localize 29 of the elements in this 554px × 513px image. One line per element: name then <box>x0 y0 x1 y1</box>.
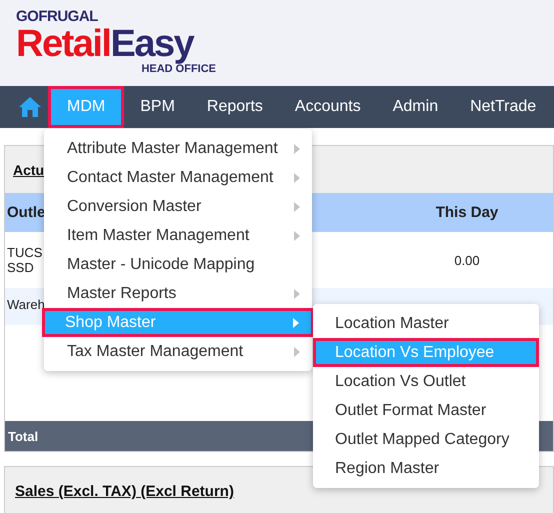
column-header: This Day <box>434 204 500 221</box>
home-icon[interactable] <box>18 96 42 118</box>
menu-item[interactable]: Outlet Mapped Category <box>313 425 539 454</box>
menu-item[interactable]: Master Reports <box>44 279 312 308</box>
brand-logo-text: GOFRUGAL <box>16 8 99 25</box>
menu-item[interactable]: Item Master Management <box>44 221 312 250</box>
menu-item[interactable]: Location Master <box>313 309 539 338</box>
logo-text: Retail <box>16 25 110 63</box>
logo-text: Easy <box>110 25 194 63</box>
nav-tab[interactable]: Reports <box>190 86 279 128</box>
column-header: Outle <box>6 204 46 221</box>
table-cell-text: TUCS SSD <box>6 245 44 275</box>
menu-item[interactable]: Region Master <box>313 454 539 483</box>
table-cell-text: 0.00 <box>453 252 481 268</box>
nav-tab[interactable]: Admin <box>376 86 454 128</box>
nav-tab[interactable]: NetTrade <box>454 86 552 128</box>
total-label: Total <box>8 428 38 444</box>
menu-item[interactable]: Tax Master Management <box>44 337 312 366</box>
nav-tab[interactable]: Accounts <box>278 86 377 128</box>
menu-item[interactable]: Contact Master Management <box>44 163 312 192</box>
menu-item[interactable]: Master - Unicode Mapping <box>44 250 312 279</box>
menu-item[interactable]: Outlet Format Master <box>313 396 539 425</box>
nav-tab[interactable]: BPM <box>124 86 191 128</box>
menu-item[interactable]: Location Vs Outlet <box>313 367 539 396</box>
menu-item[interactable]: Attribute Master Management <box>44 134 312 163</box>
panel-title: Sales (Excl. TAX) (Excl Return) <box>15 483 234 500</box>
menu-item[interactable]: Conversion Master <box>44 192 312 221</box>
logo-tagline: HEAD OFFICE <box>141 63 216 75</box>
panel-title: Actu <box>13 162 44 178</box>
